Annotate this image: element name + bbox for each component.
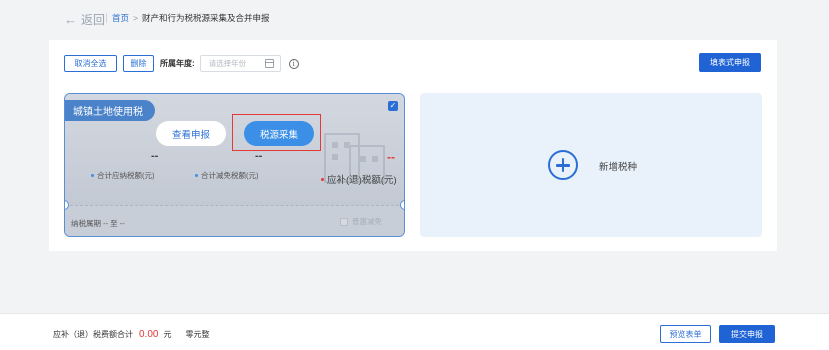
highlight-box xyxy=(232,114,321,151)
total-reduction-label: 合计减免税额(元) xyxy=(195,170,259,181)
year-placeholder: 请选择年份 xyxy=(208,59,247,68)
main-panel: 取消全选 删除 所属年度: 请选择年份 i 填表式申报 城镇土地使用税 ✓ 查看… xyxy=(49,40,777,251)
card-checkbox[interactable]: ✓ xyxy=(388,101,398,111)
preview-form-button[interactable]: 预览表单 xyxy=(660,325,711,343)
add-tax-type-card[interactable]: 新增税种 xyxy=(420,93,762,237)
breadcrumb-home-link[interactable]: 首页 xyxy=(112,12,129,24)
footer-bar: 应补（退）税费额合计 0.00 元 零元整 预览表单 提交申报 xyxy=(0,313,829,350)
divider xyxy=(106,13,107,23)
total-label: 应补（退）税费额合计 xyxy=(53,330,133,339)
benefit-checkbox[interactable]: 普惠减免 xyxy=(340,216,382,227)
breadcrumb-separator: > xyxy=(133,13,138,23)
year-picker-input[interactable]: 请选择年份 xyxy=(199,55,281,72)
amount-in-words: 零元整 xyxy=(185,330,210,339)
delete-button[interactable]: 删除 xyxy=(123,55,154,72)
toolbar: 取消全选 删除 所属年度: 请选择年份 i xyxy=(64,55,299,72)
total-unit: 元 xyxy=(163,330,172,339)
breadcrumb: 首页 > 财产和行为税税源采集及合并申报 xyxy=(112,12,270,24)
fill-report-button[interactable]: 填表式申报 xyxy=(699,53,761,72)
cancel-select-all-button[interactable]: 取消全选 xyxy=(64,55,117,72)
back-button[interactable]: ← 返回 xyxy=(64,11,105,28)
total-payable-value: -- xyxy=(151,150,159,162)
refund-label: 应补(退)税额(元) xyxy=(321,172,397,186)
total-reduction-value: -- xyxy=(255,150,263,162)
info-icon[interactable]: i xyxy=(288,58,299,69)
card-body: 城镇土地使用税 ✓ 查看申报 税源采集 -- -- -- 合计应纳税额(元) 合… xyxy=(65,94,404,205)
card-notch-right xyxy=(400,200,404,210)
tax-card-title: 城镇土地使用税 xyxy=(65,100,155,121)
bullet-icon xyxy=(321,177,324,181)
refund-value: -- xyxy=(387,150,395,164)
submit-declaration-button[interactable]: 提交申报 xyxy=(719,325,775,343)
checkbox-icon xyxy=(340,217,348,226)
top-bar: ← 返回 首页 > 财产和行为税税源采集及合并申报 xyxy=(0,0,829,34)
benefit-label: 普惠减免 xyxy=(352,217,382,226)
bullet-icon xyxy=(195,174,198,177)
back-label: 返回 xyxy=(81,13,106,27)
breadcrumb-current: 财产和行为税税源采集及合并申报 xyxy=(141,13,270,23)
tax-period: 纳税属期 -- 至 -- xyxy=(71,219,125,228)
tax-card-land-use[interactable]: 城镇土地使用税 ✓ 查看申报 税源采集 -- -- -- 合计应纳税额(元) 合… xyxy=(64,93,405,237)
bullet-icon xyxy=(91,174,94,177)
year-label: 所属年度: xyxy=(160,59,195,68)
plus-icon xyxy=(548,150,578,180)
card-footer: 纳税属期 -- 至 -- 普惠减免 xyxy=(65,205,404,236)
add-tax-type-label: 新增税种 xyxy=(599,162,638,173)
view-declaration-button[interactable]: 查看申报 xyxy=(156,121,226,146)
arrow-left-icon: ← xyxy=(64,11,77,27)
total-payable-label: 合计应纳税额(元) xyxy=(91,170,155,181)
total-amount: 0.00 xyxy=(139,329,159,340)
calendar-icon xyxy=(264,59,274,68)
total-summary: 应补（退）税费额合计 0.00 元 零元整 xyxy=(53,329,209,340)
